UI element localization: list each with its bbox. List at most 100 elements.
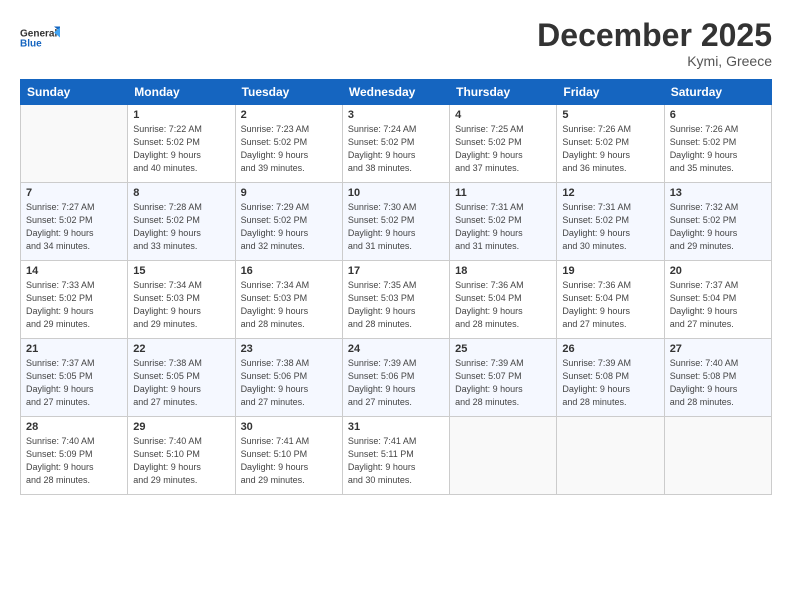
col-header-sunday: Sunday (21, 80, 128, 105)
calendar-page: General Blue December 2025 Kymi, Greece … (0, 0, 792, 612)
day-cell: 13Sunrise: 7:32 AMSunset: 5:02 PMDayligh… (664, 183, 771, 261)
day-number: 19 (562, 265, 658, 277)
day-info: Sunrise: 7:40 AMSunset: 5:10 PMDaylight:… (133, 435, 229, 487)
day-info: Sunrise: 7:28 AMSunset: 5:02 PMDaylight:… (133, 201, 229, 253)
day-cell: 18 Sunrise: 7:36 AMSunset: 5:04 PMDayligh… (450, 261, 557, 339)
day-number: 22 (133, 343, 229, 355)
day-info: Sunrise: 7:34 AMSunset: 5:03 PMDaylight:… (133, 279, 229, 331)
day-number: 24 (348, 343, 444, 355)
week-row-5: 28Sunrise: 7:40 AMSunset: 5:09 PMDayligh… (21, 417, 772, 495)
day-cell: 3 Sunrise: 7:24 AMSunset: 5:02 PMDaylight… (342, 105, 449, 183)
day-number: 28 (26, 421, 122, 433)
day-cell (21, 105, 128, 183)
day-cell (664, 417, 771, 495)
col-header-thursday: Thursday (450, 80, 557, 105)
day-cell: 15 Sunrise: 7:34 AMSunset: 5:03 PMDayligh… (128, 261, 235, 339)
day-info: Sunrise: 7:30 AMSunset: 5:02 PMDaylight:… (348, 201, 444, 253)
day-cell: 22 Sunrise: 7:38 AMSunset: 5:05 PMDayligh… (128, 339, 235, 417)
day-info: Sunrise: 7:22 AMSunset: 5:02 PMDaylight:… (133, 123, 229, 175)
day-cell: 21Sunrise: 7:37 AMSunset: 5:05 PMDayligh… (21, 339, 128, 417)
day-cell: 14 Sunrise: 7:33 AMSunset: 5:02 PMDayligh… (21, 261, 128, 339)
day-number: 4 (455, 109, 551, 121)
day-number: 15 (133, 265, 229, 277)
day-cell: 16 Sunrise: 7:34 AMSunset: 5:03 PMDayligh… (235, 261, 342, 339)
day-info: Sunrise: 7:23 AMSunset: 5:02 PMDaylight:… (241, 123, 337, 175)
day-info: Sunrise: 7:39 AMSunset: 5:08 PMDaylight:… (562, 357, 658, 409)
week-row-2: 7Sunrise: 7:27 AMSunset: 5:02 PMDaylight… (21, 183, 772, 261)
day-number: 6 (670, 109, 766, 121)
day-cell: 4 Sunrise: 7:25 AMSunset: 5:02 PMDaylight… (450, 105, 557, 183)
day-info: Sunrise: 7:35 AMSunset: 5:03 PMDaylight:… (348, 279, 444, 331)
day-number: 26 (562, 343, 658, 355)
day-number: 29 (133, 421, 229, 433)
day-info: Sunrise: 7:24 AMSunset: 5:02 PMDaylight:… (348, 123, 444, 175)
week-row-1: 1 Sunrise: 7:22 AMSunset: 5:02 PMDaylight… (21, 105, 772, 183)
day-info: Sunrise: 7:26 AMSunset: 5:02 PMDaylight:… (670, 123, 766, 175)
day-info: Sunrise: 7:27 AMSunset: 5:02 PMDaylight:… (26, 201, 122, 253)
day-number: 20 (670, 265, 766, 277)
day-number: 11 (455, 187, 551, 199)
day-cell (450, 417, 557, 495)
day-number: 31 (348, 421, 444, 433)
day-info: Sunrise: 7:38 AMSunset: 5:05 PMDaylight:… (133, 357, 229, 409)
day-number: 18 (455, 265, 551, 277)
day-info: Sunrise: 7:26 AMSunset: 5:02 PMDaylight:… (562, 123, 658, 175)
day-info: Sunrise: 7:37 AMSunset: 5:04 PMDaylight:… (670, 279, 766, 331)
day-cell: 12 Sunrise: 7:31 AMSunset: 5:02 PMDayligh… (557, 183, 664, 261)
col-header-wednesday: Wednesday (342, 80, 449, 105)
day-info: Sunrise: 7:32 AMSunset: 5:02 PMDaylight:… (670, 201, 766, 253)
day-cell: 6 Sunrise: 7:26 AMSunset: 5:02 PMDaylight… (664, 105, 771, 183)
day-cell: 25Sunrise: 7:39 AMSunset: 5:07 PMDayligh… (450, 339, 557, 417)
logo: General Blue (20, 18, 60, 58)
day-info: Sunrise: 7:36 AMSunset: 5:04 PMDaylight:… (455, 279, 551, 331)
day-cell: 10 Sunrise: 7:30 AMSunset: 5:02 PMDayligh… (342, 183, 449, 261)
day-info: Sunrise: 7:38 AMSunset: 5:06 PMDaylight:… (241, 357, 337, 409)
day-cell: 1 Sunrise: 7:22 AMSunset: 5:02 PMDaylight… (128, 105, 235, 183)
col-header-saturday: Saturday (664, 80, 771, 105)
svg-text:General: General (20, 29, 57, 40)
day-number: 1 (133, 109, 229, 121)
day-info: Sunrise: 7:29 AMSunset: 5:02 PMDaylight:… (241, 201, 337, 253)
week-row-3: 14 Sunrise: 7:33 AMSunset: 5:02 PMDayligh… (21, 261, 772, 339)
day-cell: 29 Sunrise: 7:40 AMSunset: 5:10 PMDayligh… (128, 417, 235, 495)
day-number: 23 (241, 343, 337, 355)
col-header-tuesday: Tuesday (235, 80, 342, 105)
day-info: Sunrise: 7:25 AMSunset: 5:02 PMDaylight:… (455, 123, 551, 175)
calendar-table: SundayMondayTuesdayWednesdayThursdayFrid… (20, 79, 772, 495)
day-number: 30 (241, 421, 337, 433)
day-cell: 9 Sunrise: 7:29 AMSunset: 5:02 PMDaylight… (235, 183, 342, 261)
day-info: Sunrise: 7:33 AMSunset: 5:02 PMDaylight:… (26, 279, 122, 331)
day-cell: 5Sunrise: 7:26 AMSunset: 5:02 PMDaylight… (557, 105, 664, 183)
day-cell (557, 417, 664, 495)
col-header-monday: Monday (128, 80, 235, 105)
day-number: 9 (241, 187, 337, 199)
logo-icon: General Blue (20, 18, 60, 58)
day-info: Sunrise: 7:41 AMSunset: 5:11 PMDaylight:… (348, 435, 444, 487)
day-cell: 31 Sunrise: 7:41 AMSunset: 5:11 PMDayligh… (342, 417, 449, 495)
day-cell: 30 Sunrise: 7:41 AMSunset: 5:10 PMDayligh… (235, 417, 342, 495)
day-info: Sunrise: 7:41 AMSunset: 5:10 PMDaylight:… (241, 435, 337, 487)
day-cell: 27Sunrise: 7:40 AMSunset: 5:08 PMDayligh… (664, 339, 771, 417)
day-cell: 8 Sunrise: 7:28 AMSunset: 5:02 PMDaylight… (128, 183, 235, 261)
day-info: Sunrise: 7:34 AMSunset: 5:03 PMDaylight:… (241, 279, 337, 331)
day-info: Sunrise: 7:39 AMSunset: 5:07 PMDaylight:… (455, 357, 551, 409)
month-title: December 2025 (537, 18, 772, 53)
col-header-friday: Friday (557, 80, 664, 105)
day-number: 10 (348, 187, 444, 199)
day-number: 21 (26, 343, 122, 355)
day-number: 12 (562, 187, 658, 199)
day-number: 14 (26, 265, 122, 277)
header-row: SundayMondayTuesdayWednesdayThursdayFrid… (21, 80, 772, 105)
day-number: 8 (133, 187, 229, 199)
day-info: Sunrise: 7:31 AMSunset: 5:02 PMDaylight:… (562, 201, 658, 253)
day-cell: 20 Sunrise: 7:37 AMSunset: 5:04 PMDayligh… (664, 261, 771, 339)
header: General Blue December 2025 Kymi, Greece (20, 18, 772, 69)
day-cell: 19 Sunrise: 7:36 AMSunset: 5:04 PMDayligh… (557, 261, 664, 339)
day-number: 2 (241, 109, 337, 121)
day-number: 16 (241, 265, 337, 277)
day-number: 3 (348, 109, 444, 121)
day-cell: 17Sunrise: 7:35 AMSunset: 5:03 PMDayligh… (342, 261, 449, 339)
day-info: Sunrise: 7:39 AMSunset: 5:06 PMDaylight:… (348, 357, 444, 409)
day-cell: 28Sunrise: 7:40 AMSunset: 5:09 PMDayligh… (21, 417, 128, 495)
day-info: Sunrise: 7:36 AMSunset: 5:04 PMDaylight:… (562, 279, 658, 331)
